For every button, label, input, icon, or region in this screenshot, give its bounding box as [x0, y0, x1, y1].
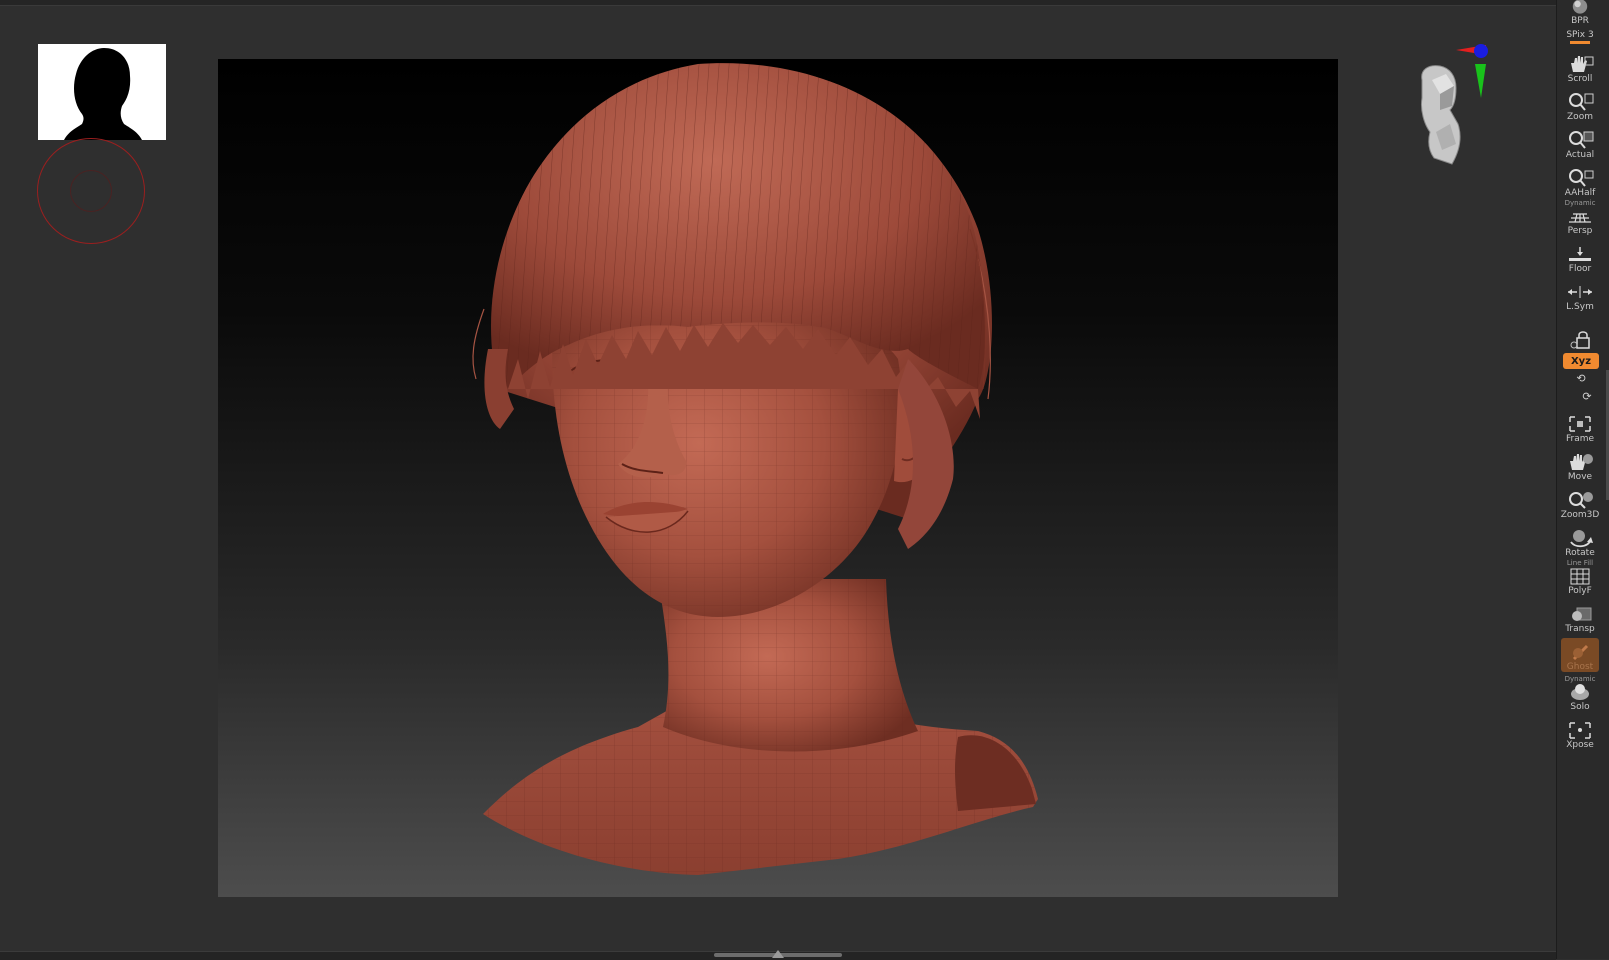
bpr-label: BPR	[1571, 16, 1589, 26]
floor-icon	[1569, 247, 1591, 261]
rotate-button[interactable]: Rotate	[1561, 524, 1599, 558]
silhouette-icon	[64, 48, 142, 140]
spix-label: SPix 3	[1566, 30, 1594, 40]
move-icon	[1570, 454, 1593, 470]
rotate-icon	[1570, 530, 1593, 548]
floor-button[interactable]: Floor	[1561, 240, 1599, 274]
scroll-button[interactable]: Scroll	[1561, 50, 1599, 84]
transp-button[interactable]: Transp	[1561, 600, 1599, 634]
zoom3d-button[interactable]: Zoom3D	[1561, 486, 1599, 520]
lock-button[interactable]	[1561, 316, 1599, 350]
zoom-button[interactable]: Zoom	[1561, 88, 1599, 122]
ghost-label: Ghost	[1566, 662, 1594, 672]
brush-inner-ring	[70, 170, 112, 212]
frame-label: Frame	[1565, 434, 1595, 444]
xyz-symmetry-button[interactable]: Xyz	[1563, 353, 1599, 369]
persp-dynamic-label: Dynamic	[1564, 199, 1596, 207]
rotate-z-icon[interactable]: ⟳	[1579, 390, 1595, 404]
transp-icon	[1572, 607, 1592, 621]
spix-slider[interactable]: SPix 3	[1561, 28, 1599, 44]
polyf-icon	[1570, 568, 1590, 585]
zoom3d-label: Zoom3D	[1560, 510, 1600, 520]
hand-scroll-icon	[1571, 56, 1594, 72]
zoom3d-icon	[1569, 492, 1593, 509]
bpr-button[interactable]: BPR	[1561, 0, 1599, 26]
right-shelf: BPR SPix 3 Scroll Zoom Actual AAHalf Dyn…	[1556, 0, 1609, 959]
sculpt-model	[472, 63, 1038, 875]
aahalf-label: AAHalf	[1564, 188, 1596, 198]
top-menu-edge	[0, 0, 1609, 6]
lsym-label: L.Sym	[1566, 302, 1594, 312]
solo-label: Solo	[1570, 702, 1590, 712]
polyf-button[interactable]: Line Fill PolyF	[1561, 559, 1599, 596]
ghost-icon	[1572, 644, 1589, 661]
move-button[interactable]: Move	[1561, 448, 1599, 482]
lsym-button[interactable]: L.Sym	[1561, 278, 1599, 312]
actual-button[interactable]: Actual	[1561, 126, 1599, 160]
polyf-linefill-label: Line Fill	[1566, 559, 1594, 567]
frame-icon	[1569, 416, 1591, 432]
actual-icon	[1569, 131, 1594, 149]
scroll-label: Scroll	[1567, 74, 1593, 84]
xyz-label: Xyz	[1570, 355, 1592, 367]
lock-icon	[1570, 331, 1590, 349]
xpose-label: Xpose	[1566, 740, 1594, 750]
move-label: Move	[1567, 472, 1593, 482]
polyf-label: PolyF	[1568, 586, 1592, 596]
solo-dynamic-label: Dynamic	[1564, 675, 1596, 683]
ghost-button[interactable]: Ghost	[1561, 638, 1599, 672]
xpose-button[interactable]: Xpose	[1561, 716, 1599, 750]
actual-label: Actual	[1565, 150, 1595, 160]
xpose-icon	[1569, 722, 1591, 739]
document-canvas[interactable]	[218, 59, 1338, 897]
floor-label: Floor	[1568, 264, 1592, 274]
spix-slider-bar	[1570, 41, 1590, 44]
aahalf-button[interactable]: AAHalf	[1561, 164, 1599, 198]
bottom-tray-handle[interactable]	[714, 953, 842, 957]
solo-icon	[1571, 684, 1589, 700]
solo-button[interactable]: Dynamic Solo	[1561, 675, 1599, 712]
silhouette-thumbnail[interactable]	[38, 44, 166, 140]
persp-icon	[1569, 213, 1591, 223]
aahalf-icon	[1569, 169, 1594, 187]
persp-label: Persp	[1567, 226, 1593, 236]
frame-button[interactable]: Frame	[1561, 410, 1599, 444]
zoom-label: Zoom	[1567, 112, 1593, 122]
persp-button[interactable]: Dynamic Persp	[1561, 199, 1599, 236]
bpr-sphere-icon	[1572, 0, 1588, 14]
rotate-label: Rotate	[1565, 548, 1595, 558]
transp-label: Transp	[1565, 624, 1595, 634]
navigation-gizmo[interactable]	[1410, 40, 1490, 170]
rotate-y-icon[interactable]: ⟲	[1573, 372, 1589, 386]
zoom-icon	[1569, 93, 1594, 111]
lsym-icon	[1568, 286, 1592, 298]
